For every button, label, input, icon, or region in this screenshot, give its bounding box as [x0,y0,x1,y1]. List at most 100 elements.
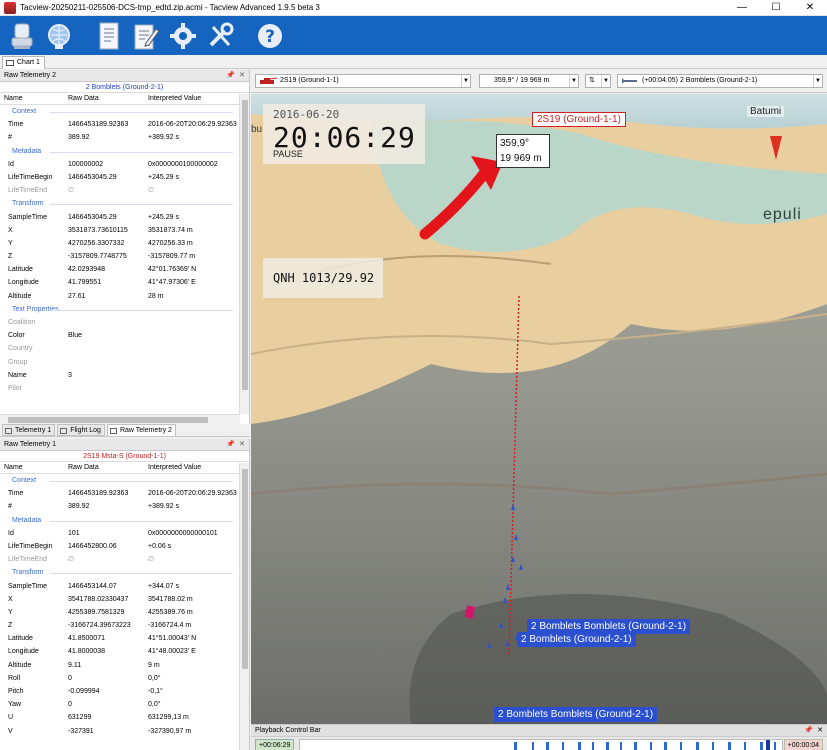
table-row[interactable]: X 3531873.73610115 3531873.74 m [0,224,249,237]
table-row[interactable]: Pilot [0,382,249,395]
table-row[interactable]: Color Blue [0,329,249,342]
pin-icon[interactable]: 📌 [226,439,235,451]
vertical-scrollbar[interactable] [239,94,249,414]
section-header[interactable]: Context [0,474,249,487]
bearing-range-field[interactable]: 359,9° / 19 969 m ▼ [479,74,579,88]
tab-raw-telemetry-2[interactable]: Raw Telemetry 2 [106,424,176,436]
cell-name: Coalition [8,319,36,326]
table-row[interactable]: Y 4270256.3307332 4270256.33 m [0,237,249,250]
column-interpreted-value[interactable]: Interpreted Value [144,462,240,473]
timeline-track[interactable] [299,739,783,750]
table-row[interactable]: Id 100000002 0x0000000100000002 [0,158,249,171]
table-row[interactable]: V -327391 -327390,97 m [0,725,249,738]
cell-raw-data: 0 [68,701,72,709]
globe-icon[interactable] [43,20,75,52]
close-button[interactable]: ✕ [793,0,827,16]
table-row[interactable]: Y 4255389.7581329 4255389.76 m [0,606,249,619]
cell-interpreted-value: 0,0° [148,674,161,682]
table-row[interactable]: Latitude 42.0293948 42°01.76369' N [0,263,249,276]
section-header[interactable]: Transform [0,197,249,210]
table-row[interactable]: Coalition [0,316,249,329]
table-row[interactable]: Country [0,342,249,355]
column-raw-data[interactable]: Raw Data [64,462,144,473]
tab-label: Flight Log [70,427,101,434]
cell-raw-data: 1466453144.07 [68,582,117,590]
section-header[interactable]: Metadata [0,145,249,158]
column-interpreted-value[interactable]: Interpreted Value [144,93,240,104]
table-row[interactable]: Longitude 41.8000038 41°48.00023' E [0,645,249,658]
minimize-button[interactable]: — [725,0,759,16]
table-row[interactable]: LifeTimeBegin 1466452800.06 +0.06 s [0,540,249,553]
column-raw-data[interactable]: Raw Data [64,93,144,104]
table-row[interactable]: SampleTime 1466453045.29 +245.29 s [0,211,249,224]
table-row[interactable]: Altitude 27.61 28 m [0,290,249,303]
bomblet-label[interactable]: 2 Bomblets Bomblets (Ground-2-1) [494,707,658,722]
gear-icon[interactable] [167,20,199,52]
close-icon[interactable]: ✕ [817,725,823,737]
close-icon[interactable]: ✕ [239,70,245,82]
bomblet-label[interactable]: 2 Bomblets (Ground-2-1) [517,632,636,647]
table-row[interactable]: LifeTimeEnd ∅ ∅ [0,184,249,197]
maximize-button[interactable]: ☐ [759,0,793,16]
telemetry-rows: Context Time 1466453189.92363 2016-06-20T20… [0,105,249,395]
table-row[interactable]: LifeTimeBegin 1466453045.29 +245.29 s [0,171,249,184]
tools-icon[interactable] [204,20,236,52]
table-row[interactable]: LifeTimeEnd ∅ ∅ [0,553,249,566]
cell-raw-data: 101 [68,529,80,537]
document-icon[interactable] [93,20,125,52]
secondary-object-select[interactable]: (+00:04:05) 2 Bomblets (Ground-2-1) ▼ [617,74,823,88]
table-row[interactable]: Id 101 0x0000000000000101 [0,527,249,540]
cell-interpreted-value: 4270256.33 m [148,239,193,247]
column-name[interactable]: Name [0,462,64,473]
playback-header: Playback Control Bar 📌 ✕ [251,725,827,737]
table-row[interactable]: Z -3157809.7748775 -3157809.77 m [0,250,249,263]
vertical-scrollbar[interactable] [239,463,249,750]
table-row[interactable]: Name 3 [0,369,249,382]
notepad-icon[interactable] [130,20,162,52]
recorder-icon[interactable] [6,20,38,52]
pin-icon[interactable]: 📌 [804,725,813,737]
cell-raw-data: 3 [68,371,72,379]
tab-telemetry-1[interactable]: Telemetry 1 [2,424,56,436]
table-row[interactable]: #389.92 +389.92 s [0,500,249,513]
target-label-2s19[interactable]: 2S19 (Ground-1-1) [532,112,626,127]
tab-chart-1[interactable]: Chart 1 [2,56,45,69]
column-name[interactable]: Name [0,93,64,104]
table-row[interactable]: Roll 0 0,0° [0,672,249,685]
table-row[interactable]: Altitude 9.11 9 m [0,659,249,672]
table-row[interactable]: Time 1466453189.92363 2016-06-20T20:06:29.… [0,487,249,500]
section-header[interactable]: Metadata [0,514,249,527]
cell-interpreted-value: -327390,97 m [148,727,192,735]
table-row[interactable]: Group [0,356,249,369]
table-row[interactable]: Longitude 41.799551 41°47.97306' E [0,276,249,289]
close-icon[interactable]: ✕ [239,439,245,451]
table-row[interactable]: U 631299 631299,13 m [0,711,249,724]
cell-name: Z [8,253,13,261]
table-row[interactable]: #389.92 +389.92 s [0,131,249,144]
table-row[interactable]: Time 1466453189.92363 2016-06-20T20:06:29.… [0,118,249,131]
tab-flight-log[interactable]: Flight Log [57,424,105,436]
chart-icon [6,60,14,66]
remaining-time: +00:00:04 [783,739,823,750]
3d-viewport[interactable]: 2016-06-20 20:06:29 PAUSE QNH 1013/29.92… [251,94,827,724]
table-row[interactable]: Pitch -0.099994 -0,1° [0,685,249,698]
cell-name: Z [8,622,13,630]
chart-tab-strip: Chart 1 [0,55,827,69]
section-header[interactable]: Context [0,105,249,118]
playhead[interactable] [766,740,770,750]
cell-raw-data: -3157809.7748775 [68,253,127,261]
table-row[interactable]: X 3541788.02330437 3541788.02 m [0,593,249,606]
pin-icon[interactable]: 📌 [226,70,235,82]
table-row[interactable]: Latitude 41.8500071 41°51.00043' N [0,632,249,645]
horizontal-scrollbar[interactable] [0,414,240,424]
table-row[interactable]: SampleTime 1466453144.07 +344.07 s [0,580,249,593]
primary-object-select[interactable]: 2S19 (Ground-1-1) ▼ [255,74,471,88]
help-icon[interactable]: ? [254,20,286,52]
cell-name: Y [8,239,13,247]
section-header[interactable]: Transform [0,566,249,579]
table-row[interactable]: Yaw 0 0,0° [0,698,249,711]
section-header[interactable]: Text Properties [0,303,249,316]
table-row[interactable]: Z -3166724.39673223 -3166724.4 m [0,619,249,632]
cell-interpreted-value: 0,0° [148,701,161,709]
relation-toggle[interactable]: ⇅ ▼ [585,74,611,88]
